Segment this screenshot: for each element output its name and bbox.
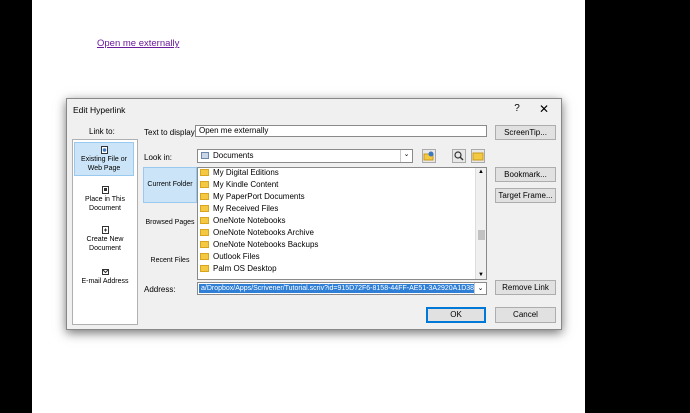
link-to-existing-file-label: Existing File or Web Page: [81, 156, 127, 172]
file-list[interactable]: My Digital Editions My Kindle Content My…: [197, 167, 487, 280]
target-frame-button[interactable]: Target Frame...: [495, 188, 556, 203]
browse-file-icon[interactable]: [471, 149, 485, 163]
bookmark-document-icon: [101, 186, 109, 194]
list-item[interactable]: OneNote Notebooks Archive: [200, 227, 314, 239]
file-globe-icon: [100, 146, 108, 154]
list-item[interactable]: Outlook Files: [200, 251, 260, 263]
folder-icon: [200, 217, 209, 225]
link-to-place-in-document[interactable]: Place in This Document: [74, 186, 136, 213]
address-input[interactable]: a/Dropbox/Apps/Scrivener/Tutorial.scriv?…: [197, 282, 487, 295]
bookmark-button[interactable]: Bookmark...: [495, 167, 556, 182]
documents-folder-icon: [201, 152, 209, 159]
document-hyperlink[interactable]: Open me externally: [97, 38, 179, 49]
list-item[interactable]: My Digital Editions: [200, 168, 279, 179]
tab-recent-files[interactable]: Recent Files: [143, 243, 197, 279]
text-to-display-input[interactable]: Open me externally: [195, 125, 487, 137]
link-to-place-label: Place in This Document: [85, 196, 125, 212]
close-button[interactable]: ✕: [537, 102, 551, 116]
folder-icon: [200, 193, 209, 201]
tab-current-folder[interactable]: Current Folder: [143, 167, 197, 203]
folder-icon: [200, 181, 209, 189]
scroll-up-icon[interactable]: ▲: [476, 169, 486, 175]
link-to-pane: Existing File or Web Page Place in This …: [72, 139, 138, 325]
folder-icon: [200, 265, 209, 273]
scroll-down-icon[interactable]: ▼: [476, 272, 486, 278]
dialog-title: Edit Hyperlink: [73, 105, 126, 115]
tab-browsed-pages[interactable]: Browsed Pages: [143, 205, 197, 241]
file-list-scrollbar[interactable]: ▲ ▼: [475, 168, 486, 279]
scrollbar-thumb[interactable]: [478, 230, 485, 240]
address-value: a/Dropbox/Apps/Scrivener/Tutorial.scriv?…: [199, 284, 475, 293]
folder-icon: [200, 241, 209, 249]
link-to-create-new-label: Create New Document: [86, 236, 124, 252]
list-item[interactable]: My Kindle Content: [200, 179, 278, 191]
subnav-pane: Current Folder Browsed Pages Recent File…: [143, 167, 197, 281]
text-to-display-label: Text to display:: [144, 128, 197, 137]
link-to-create-new-document[interactable]: Create New Document: [74, 226, 136, 253]
look-in-select[interactable]: Documents ⌄: [197, 149, 413, 163]
link-to-email-address[interactable]: E-mail Address: [74, 268, 136, 286]
list-item[interactable]: My Received Files: [200, 203, 278, 215]
link-to-email-label: E-mail Address: [81, 278, 129, 285]
email-icon: [101, 269, 109, 275]
search-icon[interactable]: [452, 149, 466, 163]
folder-icon: [200, 169, 209, 177]
list-item[interactable]: My PaperPort Documents: [200, 191, 305, 203]
screentip-button[interactable]: ScreenTip...: [495, 125, 556, 140]
edit-hyperlink-dialog: Edit Hyperlink ? ✕ Link to: Existing Fil…: [66, 98, 562, 330]
look-in-value: Documents: [213, 151, 254, 160]
list-item[interactable]: OneNote Notebooks Backups: [200, 239, 318, 251]
folder-icon: [200, 205, 209, 213]
cancel-button[interactable]: Cancel: [495, 307, 556, 323]
folder-icon: [200, 229, 209, 237]
remove-link-button[interactable]: Remove Link: [495, 280, 556, 295]
look-in-label: Look in:: [144, 153, 173, 162]
help-button[interactable]: ?: [511, 103, 523, 114]
link-to-label: Link to:: [89, 127, 115, 136]
folder-icon: [200, 253, 209, 261]
new-document-icon: [101, 226, 109, 234]
chevron-down-icon: ⌄: [400, 150, 412, 162]
ok-button[interactable]: OK: [426, 307, 486, 323]
chevron-down-icon[interactable]: ⌄: [474, 283, 486, 294]
address-label: Address:: [144, 285, 176, 294]
link-to-existing-file[interactable]: Existing File or Web Page: [74, 142, 134, 176]
list-item[interactable]: Palm OS Desktop: [200, 263, 277, 275]
browse-web-icon[interactable]: [422, 149, 436, 163]
list-item[interactable]: OneNote Notebooks: [200, 215, 286, 227]
